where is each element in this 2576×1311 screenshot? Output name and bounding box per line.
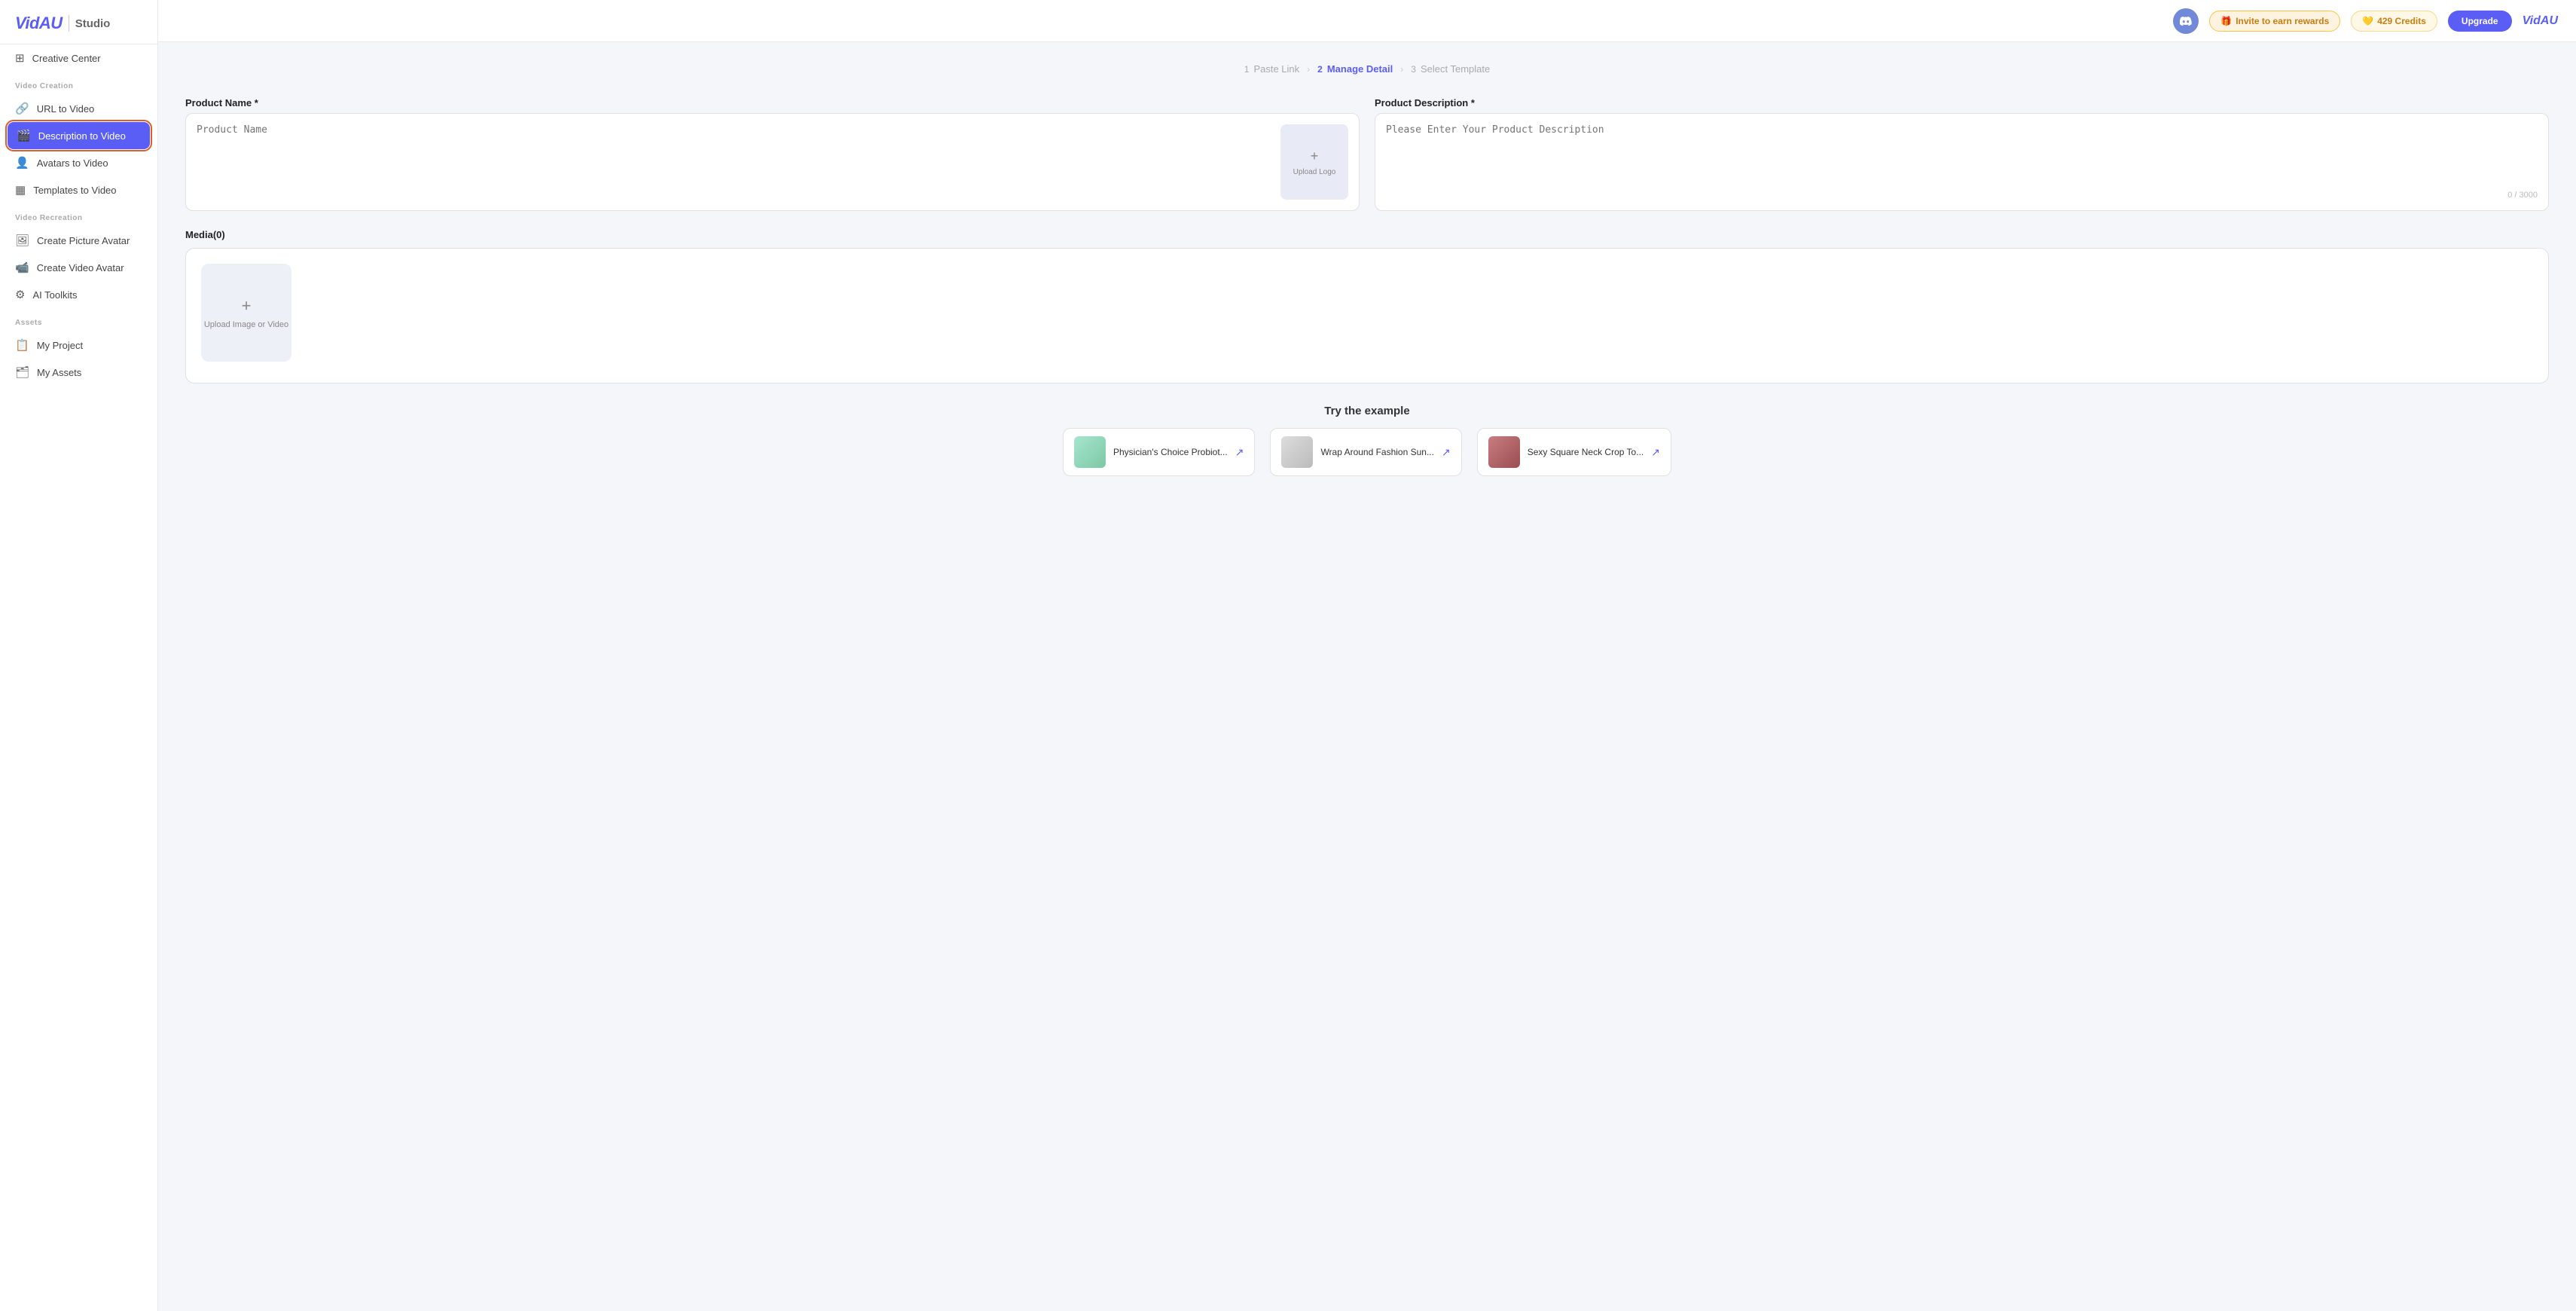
- example-thumb-2: [1281, 436, 1313, 468]
- media-label: Media(0): [185, 229, 2549, 240]
- upload-logo-label: Upload Logo: [1293, 168, 1336, 176]
- section-label-video-creation: Video Creation: [0, 72, 157, 95]
- logo-brand: VidAU: [15, 14, 63, 33]
- stepper: 1 Paste Link › 2 Manage Detail › 3 Selec…: [185, 63, 2549, 75]
- example-item-3[interactable]: Sexy Square Neck Crop To... ↗: [1477, 428, 1671, 476]
- upload-media-plus-icon: +: [242, 296, 252, 316]
- step-2-num: 2: [1317, 64, 1323, 75]
- sidebar-item-label: Templates to Video: [33, 185, 116, 196]
- step-arrow-1: ›: [1307, 64, 1310, 75]
- sidebar-item-creative-center[interactable]: ⊞ Creative Center: [0, 44, 157, 72]
- example-items-list: Physician's Choice Probiot... ↗ Wrap Aro…: [185, 428, 2549, 476]
- sidebar-item-my-project[interactable]: 📋 My Project: [0, 332, 157, 359]
- product-desc-input[interactable]: [1386, 124, 2538, 191]
- create-picture-avatar-icon: 🖼: [15, 234, 29, 247]
- media-section: Media(0) + Upload Image or Video: [185, 229, 2549, 384]
- product-desc-area: 0 / 3000: [1375, 113, 2549, 211]
- upload-logo-button[interactable]: + Upload Logo: [1280, 124, 1348, 200]
- example-thumb-3: [1488, 436, 1520, 468]
- url-to-video-icon: 🔗: [15, 102, 29, 115]
- step-2-label: Manage Detail: [1327, 63, 1393, 75]
- templates-to-video-icon: ▦: [15, 183, 26, 197]
- description-to-video-icon: 🎬: [17, 129, 31, 142]
- product-desc-group: Product Description * 0 / 3000: [1375, 97, 2549, 211]
- header: 🎁 Invite to earn rewards 💛 429 Credits U…: [158, 0, 2576, 42]
- sidebar-item-label: Creative Center: [32, 53, 101, 64]
- ai-toolkits-icon: ⚙: [15, 288, 25, 301]
- example-item-1[interactable]: Physician's Choice Probiot... ↗: [1063, 428, 1255, 476]
- upload-logo-plus-icon: +: [1311, 148, 1319, 164]
- sidebar-item-create-video-avatar[interactable]: 📹 Create Video Avatar: [0, 254, 157, 281]
- invite-label: Invite to earn rewards: [2236, 16, 2329, 26]
- sidebar-item-label: Avatars to Video: [37, 157, 108, 169]
- step-arrow-2: ›: [1400, 64, 1403, 75]
- product-desc-label: Product Description *: [1375, 97, 2549, 108]
- upload-image-video-button[interactable]: + Upload Image or Video: [201, 264, 291, 362]
- content-area: 1 Paste Link › 2 Manage Detail › 3 Selec…: [158, 42, 2576, 1311]
- header-brand: VidAU: [2523, 14, 2558, 28]
- main-area: 🎁 Invite to earn rewards 💛 429 Credits U…: [158, 0, 2576, 1311]
- upload-media-label: Upload Image or Video: [204, 320, 288, 329]
- step-1-label: Paste Link: [1253, 63, 1299, 75]
- sidebar-item-label: Create Picture Avatar: [37, 235, 130, 246]
- step-3-num: 3: [1411, 64, 1416, 75]
- upgrade-button[interactable]: Upgrade: [2448, 11, 2512, 32]
- sidebar-item-label: My Project: [37, 340, 83, 351]
- step-select-template: 3 Select Template: [1411, 63, 1490, 75]
- example-label-2: Wrap Around Fashion Sun...: [1320, 447, 1434, 457]
- gift-icon: 🎁: [2220, 16, 2232, 26]
- sidebar-item-ai-toolkits[interactable]: ⚙ AI Toolkits: [0, 281, 157, 308]
- example-thumb-1: [1074, 436, 1106, 468]
- credits-icon: 💛: [2362, 16, 2373, 26]
- example-arrow-3-icon: ↗: [1651, 446, 1660, 459]
- try-example-section: Try the example Physician's Choice Probi…: [185, 405, 2549, 476]
- logo-area: VidAU Studio: [0, 0, 157, 44]
- credits-label: 429 Credits: [2377, 16, 2426, 26]
- sidebar: VidAU Studio ⊞ Creative Center Video Cre…: [0, 0, 158, 1311]
- product-name-input-area: + Upload Logo: [185, 113, 1360, 211]
- sidebar-item-create-picture-avatar[interactable]: 🖼 Create Picture Avatar: [0, 227, 157, 254]
- example-item-2[interactable]: Wrap Around Fashion Sun... ↗: [1270, 428, 1461, 476]
- sidebar-item-label: Create Video Avatar: [37, 262, 124, 274]
- sidebar-item-label: Description to Video: [38, 130, 126, 142]
- credits-display: 💛 429 Credits: [2351, 11, 2437, 32]
- sidebar-item-url-to-video[interactable]: 🔗 URL to Video: [0, 95, 157, 122]
- form-row: Product Name * + Upload Logo Product Des…: [185, 97, 2549, 211]
- create-video-avatar-icon: 📹: [15, 261, 29, 274]
- step-paste-link: 1 Paste Link: [1244, 63, 1299, 75]
- section-label-assets: Assets: [0, 308, 157, 332]
- sidebar-item-templates-to-video[interactable]: ▦ Templates to Video: [0, 176, 157, 203]
- step-manage-detail: 2 Manage Detail: [1317, 63, 1393, 75]
- my-assets-icon: 🗂: [15, 365, 29, 379]
- step-1-num: 1: [1244, 64, 1250, 75]
- section-label-video-recreation: Video Recreation: [0, 203, 157, 227]
- example-arrow-1-icon: ↗: [1235, 446, 1244, 459]
- my-project-icon: 📋: [15, 338, 29, 352]
- example-arrow-2-icon: ↗: [1442, 446, 1451, 459]
- product-name-label: Product Name *: [185, 97, 1360, 108]
- char-count: 0 / 3000: [1386, 191, 2538, 200]
- sidebar-item-label: My Assets: [37, 367, 81, 378]
- product-name-group: Product Name * + Upload Logo: [185, 97, 1360, 211]
- example-label-3: Sexy Square Neck Crop To...: [1528, 447, 1644, 457]
- example-label-1: Physician's Choice Probiot...: [1113, 447, 1228, 457]
- step-3-label: Select Template: [1421, 63, 1490, 75]
- sidebar-item-label: AI Toolkits: [32, 289, 77, 301]
- discord-button[interactable]: [2173, 8, 2199, 34]
- sidebar-item-avatars-to-video[interactable]: 👤 Avatars to Video: [0, 149, 157, 176]
- invite-button[interactable]: 🎁 Invite to earn rewards: [2209, 11, 2340, 32]
- creative-center-icon: ⊞: [15, 51, 25, 65]
- try-example-title: Try the example: [185, 405, 2549, 417]
- media-upload-area: + Upload Image or Video: [185, 248, 2549, 384]
- logo-studio: Studio: [75, 17, 111, 30]
- avatars-to-video-icon: 👤: [15, 156, 29, 170]
- sidebar-item-label: URL to Video: [37, 103, 95, 115]
- product-name-input[interactable]: [197, 124, 1271, 200]
- sidebar-item-description-to-video[interactable]: 🎬 Description to Video: [8, 122, 150, 149]
- sidebar-item-my-assets[interactable]: 🗂 My Assets: [0, 359, 157, 386]
